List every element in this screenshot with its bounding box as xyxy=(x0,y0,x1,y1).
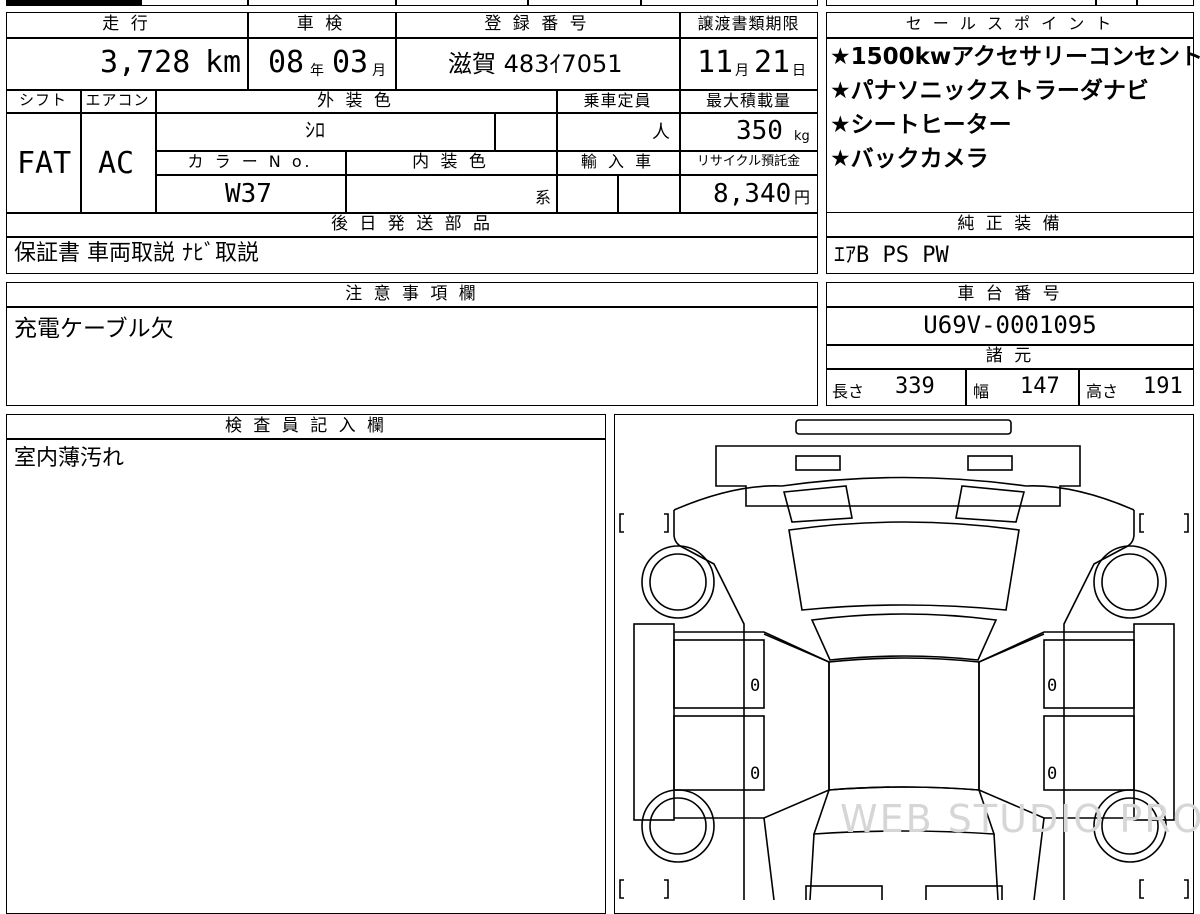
transfer-month-unit: 月 xyxy=(735,63,749,79)
max-load-unit: kg xyxy=(794,129,810,144)
interior-suffix: 系 xyxy=(535,188,552,207)
sales-points-title: セ ー ル ス ポ イ ン ト xyxy=(905,14,1115,33)
length-value: 339 xyxy=(895,374,935,399)
inspector-box xyxy=(6,414,606,914)
inspector-value: 室内薄汚れ xyxy=(14,446,125,471)
capacity-label: 乗車定員 xyxy=(583,91,652,110)
top-strip-right2 xyxy=(1096,0,1194,6)
inspection-month: 03 xyxy=(332,45,369,80)
inspection-year-unit: 年 xyxy=(310,63,324,79)
inspection-label: 車 検 xyxy=(296,14,346,34)
recycle-fee-label: リサイクル預託金 xyxy=(696,154,801,169)
max-load-label: 最大積載量 xyxy=(705,91,791,110)
imported-label: 輸 入 車 xyxy=(580,152,655,171)
watermark: WEB STUDIO PRO xyxy=(840,797,1200,841)
inspector-title: 検 査 員 記 入 欄 xyxy=(224,416,388,436)
height-value: 191 xyxy=(1143,374,1183,399)
length-label: 長さ xyxy=(832,382,865,401)
exterior-color-label: 外 装 色 xyxy=(317,91,394,111)
exterior-color-value: ｼﾛ xyxy=(305,118,325,142)
specs-title: 諸 元 xyxy=(985,346,1035,366)
chassis-title: 車 台 番 号 xyxy=(957,284,1063,304)
height-label: 高さ xyxy=(1086,382,1119,401)
capacity-unit: 人 xyxy=(652,122,670,143)
width-label: 幅 xyxy=(973,382,990,401)
transfer-day: 21 xyxy=(754,45,791,80)
aircon-value: AC xyxy=(98,146,135,181)
color-no-value: W37 xyxy=(225,179,272,209)
left-mark-upper: 0 xyxy=(750,676,761,696)
top-strip-black xyxy=(6,0,142,6)
mileage-label: 走 行 xyxy=(102,14,151,34)
shift-label: シフト xyxy=(18,91,67,109)
sales-point-3: ★シートヒーター xyxy=(830,112,1012,138)
interior-color-label: 内 装 色 xyxy=(412,152,489,172)
registration-label: 登 録 番 号 xyxy=(484,14,590,34)
sales-point-1: ★1500kwアクセサリーコンセント xyxy=(830,44,1200,70)
top-strip-right xyxy=(826,0,1096,6)
recycle-fee-value: 8,340 xyxy=(713,179,792,209)
transfer-day-unit: 日 xyxy=(792,63,806,79)
sales-point-4: ★バックカメラ xyxy=(830,146,989,172)
later-shipment-value: 保証書 車両取説 ﾅﾋﾞ取説 xyxy=(14,241,259,266)
recycle-fee-unit: 円 xyxy=(794,188,811,207)
mileage-unit: km xyxy=(205,45,242,80)
width-value: 147 xyxy=(1020,374,1060,399)
sales-point-2: ★パナソニックストラーダナビ xyxy=(830,78,1149,104)
notes-value: 充電ケーブル欠 xyxy=(14,316,174,342)
right-mark-upper: 0 xyxy=(1047,676,1058,696)
mileage-value: 3,728 xyxy=(100,45,191,80)
transfer-deadline-label: 譲渡書類期限 xyxy=(697,14,800,33)
chassis-number: U69V-0001095 xyxy=(923,311,1097,339)
later-shipment-label: 後 日 発 送 部 品 xyxy=(330,214,494,234)
color-no-label: カ ラ ー N o. xyxy=(187,152,313,171)
shift-value: FAT xyxy=(17,146,72,181)
notes-title: 注 意 事 項 欄 xyxy=(345,284,479,304)
left-mark-lower: 0 xyxy=(750,764,761,784)
inspection-year: 08 xyxy=(268,45,305,80)
max-load-value: 350 xyxy=(736,116,783,146)
right-mark-lower: 0 xyxy=(1047,764,1058,784)
genuine-equipment-title: 純 正 装 備 xyxy=(957,214,1063,234)
aircon-label: エアコン xyxy=(85,91,150,109)
transfer-month: 11 xyxy=(697,45,734,80)
registration-value: 滋賀 483ｲ7051 xyxy=(448,50,623,78)
inspection-month-unit: 月 xyxy=(372,63,386,79)
genuine-equipment-value: ｴｱB PS PW xyxy=(834,243,949,268)
